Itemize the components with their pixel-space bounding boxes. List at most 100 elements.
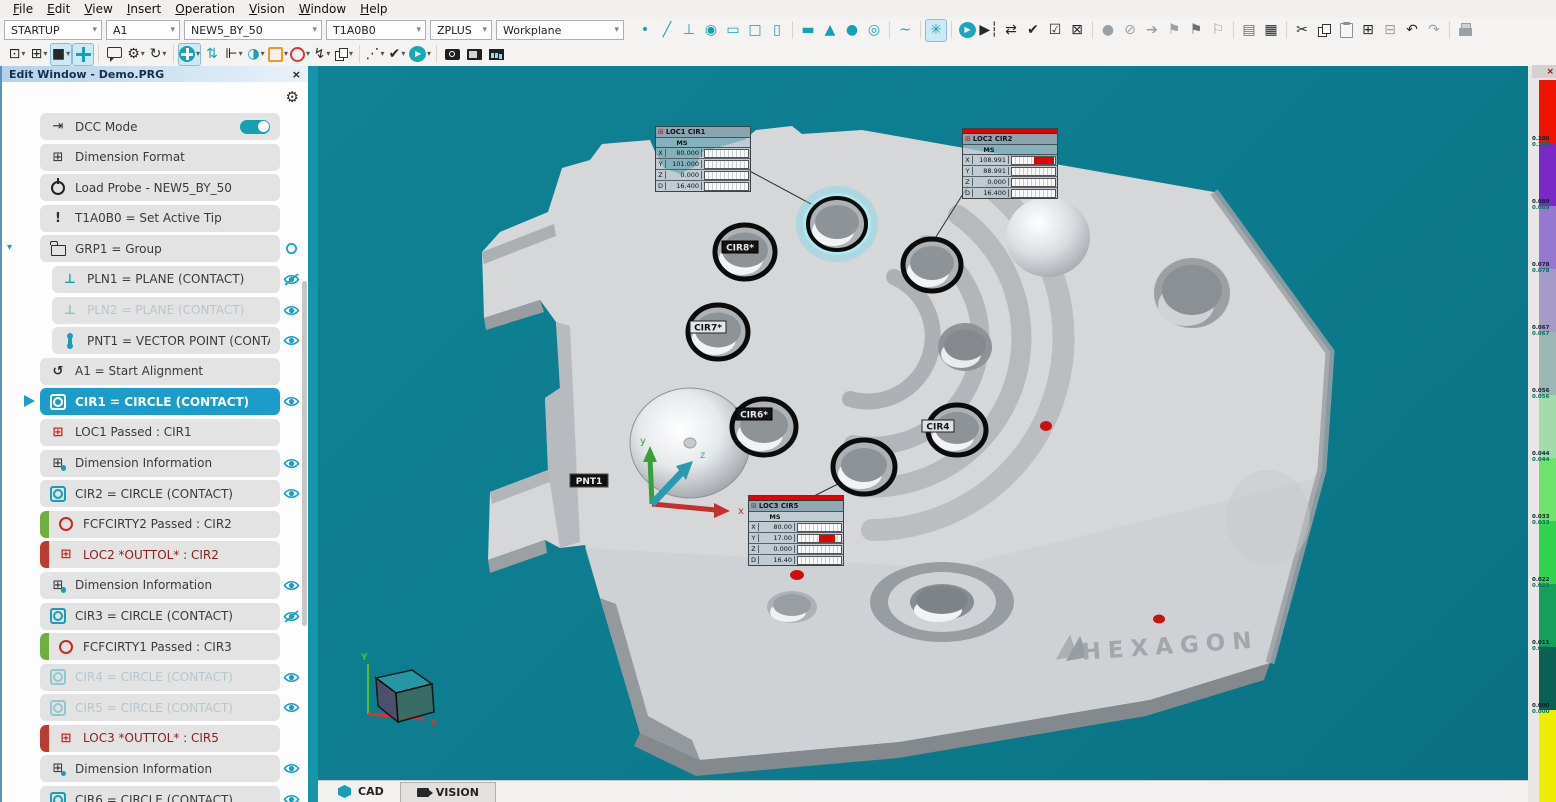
readout-window-icon[interactable] bbox=[464, 44, 484, 65]
comment-icon[interactable] bbox=[104, 44, 124, 65]
graphic-tolerances-icon[interactable]: ▾ bbox=[290, 44, 310, 65]
report-fail-icon[interactable]: ⊠ bbox=[1067, 20, 1087, 41]
wireframe-view-icon[interactable]: ⊞▾ bbox=[29, 44, 49, 65]
menu-vision[interactable]: Vision bbox=[242, 2, 292, 16]
report-pass-icon[interactable]: ☑ bbox=[1045, 20, 1065, 41]
circle-cir6[interactable] bbox=[732, 399, 796, 455]
edit-item-button-pln2[interactable]: ⊥PLN2 = PLANE (CONTACT) bbox=[52, 297, 280, 324]
stop-disabled-icon[interactable]: ⊘ bbox=[1120, 20, 1140, 41]
pan-view-icon[interactable] bbox=[73, 44, 93, 65]
solid-view-icon[interactable]: ■▾ bbox=[51, 44, 71, 65]
edit-item-button-cir2[interactable]: CIR2 = CIRCLE (CONTACT) bbox=[40, 480, 280, 507]
tab-cad[interactable]: CAD bbox=[322, 781, 400, 802]
sphere-feature-icon[interactable]: ● bbox=[842, 20, 862, 41]
probe-file-dropdown[interactable]: NEW5_BY_50▾ bbox=[184, 20, 322, 40]
edit-item-button-dimension[interactable]: ⊞Dimension Information bbox=[40, 755, 280, 782]
rotate-view-icon[interactable]: ↻▾ bbox=[148, 44, 168, 65]
hole-plain-a[interactable] bbox=[938, 323, 992, 371]
execute-program-icon[interactable]: ▶ bbox=[957, 20, 977, 41]
edit-window-icon[interactable]: ▤ bbox=[1239, 20, 1259, 41]
loop-icon[interactable]: ⇄ bbox=[1001, 20, 1021, 41]
edit-item-button-t1a0b0[interactable]: !T1A0B0 = Set Active Tip bbox=[40, 205, 280, 232]
goto-icon[interactable]: ➔ bbox=[1142, 20, 1162, 41]
eye-outline-icon[interactable] bbox=[282, 242, 300, 255]
menu-edit[interactable]: Edit bbox=[40, 2, 77, 16]
edit-item-button-loc2[interactable]: ⊞LOC2 *OUTTOL* : CIR2 bbox=[40, 541, 280, 568]
report-window-icon[interactable]: ▦ bbox=[1261, 20, 1281, 41]
view-direction-dropdown[interactable]: ZPLUS▾ bbox=[430, 20, 492, 40]
copy-icon[interactable] bbox=[1314, 20, 1334, 41]
edit-item-button-cir3[interactable]: CIR3 = CIRCLE (CONTACT) bbox=[40, 603, 280, 630]
workplane-dropdown[interactable]: Workplane▾ bbox=[496, 20, 624, 40]
feature-tag-cir7[interactable]: CIR7* bbox=[690, 321, 726, 334]
menu-operation[interactable]: Operation bbox=[168, 2, 242, 16]
snapshot-icon[interactable] bbox=[442, 44, 462, 65]
print-icon[interactable] bbox=[1455, 20, 1475, 41]
execute-mini-icon[interactable]: ▶▾ bbox=[409, 44, 431, 65]
eye-icon[interactable] bbox=[282, 762, 300, 775]
cylinder-feature-icon[interactable]: ▬ bbox=[798, 20, 818, 41]
edit-item-button-fcfcirty1[interactable]: FCFCIRTY1 Passed : CIR3 bbox=[40, 633, 280, 660]
hole-plain-b[interactable] bbox=[1154, 258, 1230, 328]
cone-feature-icon[interactable]: ▲ bbox=[820, 20, 840, 41]
paste-pattern-icon[interactable]: ⊞ bbox=[1358, 20, 1378, 41]
feature-tag-cir6[interactable]: CIR6* bbox=[736, 408, 772, 421]
menu-insert[interactable]: Insert bbox=[120, 2, 168, 16]
circle-cir5[interactable] bbox=[833, 440, 895, 494]
menu-view[interactable]: View bbox=[77, 2, 119, 16]
bookmark-add-icon[interactable]: ⚑ bbox=[1186, 20, 1206, 41]
point-feature-icon[interactable]: • bbox=[635, 20, 655, 41]
curve-feature-icon[interactable]: ~ bbox=[895, 20, 915, 41]
eye-icon[interactable] bbox=[282, 304, 300, 317]
tab-vision[interactable]: VISION bbox=[400, 782, 496, 802]
calculator-icon[interactable]: ⊟ bbox=[1380, 20, 1400, 41]
edit-item-button-cir6[interactable]: CIR6 = CIRCLE (CONTACT) bbox=[40, 786, 280, 802]
circle-cir2[interactable] bbox=[903, 239, 961, 291]
rotate-cube-view-icon[interactable]: ⊡▾ bbox=[7, 44, 27, 65]
execute-from-cursor-icon[interactable]: ▶┆ bbox=[979, 20, 999, 41]
edit-item-button-cir1[interactable]: CIR1 = CIRCLE (CONTACT) bbox=[40, 388, 280, 415]
probe-move-icon[interactable]: ▾ bbox=[179, 44, 200, 65]
sphere-recess[interactable] bbox=[1006, 197, 1090, 277]
panel-scrollbar[interactable] bbox=[302, 281, 307, 626]
stop-icon[interactable]: ● bbox=[1098, 20, 1118, 41]
nav-cube[interactable]: Y X bbox=[360, 653, 437, 729]
edit-item-button-dimension[interactable]: ⊞Dimension Format bbox=[40, 144, 280, 171]
probe-label-loc1-cir1[interactable]: ⊞LOC1 CIR1MSX80.000Y101.000Z0.000D16.400 bbox=[655, 126, 751, 192]
square-slot-feature-icon[interactable]: □ bbox=[745, 20, 765, 41]
edit-item-button-grp1[interactable]: GRP1 = Group bbox=[40, 235, 280, 262]
eye-icon[interactable] bbox=[282, 579, 300, 592]
probe-path-icon[interactable]: ⋰▾ bbox=[365, 44, 385, 65]
eye-icon[interactable] bbox=[282, 671, 300, 684]
copy-frames-icon[interactable]: ▾ bbox=[334, 44, 354, 65]
auto-feature-icon[interactable]: ✳ bbox=[926, 20, 946, 41]
undo-icon[interactable]: ↶ bbox=[1402, 20, 1422, 41]
close-icon[interactable]: × bbox=[1546, 67, 1554, 77]
menu-file[interactable]: File bbox=[6, 2, 40, 16]
analysis-window-icon[interactable] bbox=[486, 44, 506, 65]
paste-icon[interactable] bbox=[1336, 20, 1356, 41]
eye-icon[interactable] bbox=[282, 334, 300, 347]
close-icon[interactable]: × bbox=[292, 68, 301, 81]
quick-fixture-icon[interactable]: ⊩▾ bbox=[224, 44, 244, 65]
edit-window-titlebar[interactable]: Edit Window - Demo.PRG × bbox=[2, 66, 308, 82]
cad-viewport[interactable]: HEXAGON CIR8* CIR7* CIR6* CIR4 PNT1 bbox=[318, 66, 1528, 780]
counterbore-feature[interactable] bbox=[870, 562, 1014, 642]
feature-tag-cir4[interactable]: CIR4 bbox=[922, 420, 954, 433]
edit-item-button-cir5[interactable]: CIR5 = CIRCLE (CONTACT) bbox=[40, 694, 280, 721]
gear-icon[interactable]: ⚙ bbox=[286, 88, 299, 106]
edit-item-button-pln1[interactable]: ⊥PLN1 = PLANE (CONTACT) bbox=[52, 266, 280, 293]
edit-item-button-dcc[interactable]: ⇥DCC Mode bbox=[40, 113, 280, 140]
axis-dropdown[interactable]: A1▾ bbox=[106, 20, 180, 40]
active-tip-dropdown[interactable]: T1A0B0▾ bbox=[326, 20, 426, 40]
eye-icon[interactable] bbox=[282, 701, 300, 714]
eye-slash-icon[interactable] bbox=[282, 273, 300, 286]
circle-feature-icon[interactable]: ◉ bbox=[701, 20, 721, 41]
plane-feature-icon[interactable]: ⊥ bbox=[679, 20, 699, 41]
view-sphere-icon[interactable]: ◑▾ bbox=[246, 44, 266, 65]
edit-item-button-load[interactable]: Load Probe - NEW5_BY_50 bbox=[40, 174, 280, 201]
mark-all-icon[interactable]: ✔ bbox=[1023, 20, 1043, 41]
eye-icon[interactable] bbox=[282, 793, 300, 802]
cad-window-icon[interactable]: ▾ bbox=[268, 44, 288, 65]
feature-tag-cir8[interactable]: CIR8* bbox=[722, 241, 758, 254]
